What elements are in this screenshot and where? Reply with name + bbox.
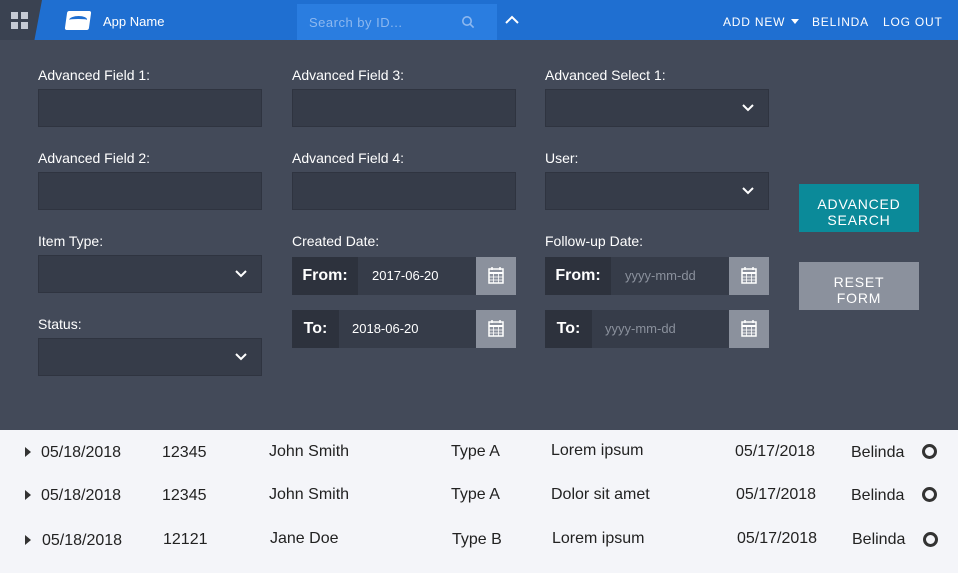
advanced-field-4-input[interactable] [292, 172, 516, 210]
row-type: Type A [451, 486, 500, 503]
row-followup-date: 05/17/2018 [735, 443, 816, 460]
row-date: 05/18/2018 [42, 532, 123, 549]
add-new-menu[interactable]: ADD NEW [723, 15, 800, 29]
advanced-field-2-input[interactable] [38, 172, 262, 210]
calendar-icon [488, 320, 504, 337]
advanced-field-3-input[interactable] [292, 89, 516, 127]
created-to-label: To: [292, 310, 339, 348]
app-grid-button[interactable] [0, 0, 42, 40]
created-from-calendar-button[interactable] [476, 257, 516, 295]
created-to-input[interactable]: 2018-06-20 [352, 310, 419, 348]
calendar-icon [741, 320, 757, 337]
chevron-down-icon [235, 270, 247, 278]
expand-row-icon[interactable] [25, 490, 31, 500]
advanced-field-3-label: Advanced Field 3: [292, 67, 405, 83]
status-circle-icon[interactable] [922, 444, 937, 459]
row-name: John Smith [269, 443, 350, 460]
row-id: 12345 [162, 444, 207, 461]
user-select[interactable] [545, 172, 769, 210]
status-label: Status: [38, 316, 82, 332]
item-type-select[interactable] [38, 255, 262, 293]
apps-grid-icon [11, 12, 18, 19]
reset-form-button[interactable]: RESET FORM [799, 262, 919, 310]
created-date-label: Created Date: [292, 233, 380, 249]
user-menu[interactable]: BELINDA [812, 15, 869, 29]
calendar-icon [741, 267, 757, 284]
followup-to-group: To: yyyy-mm-dd [545, 310, 769, 348]
row-user: Belinda [851, 487, 905, 504]
followup-from-calendar-button[interactable] [729, 257, 769, 295]
row-date: 05/18/2018 [41, 444, 122, 461]
advanced-search-button[interactable]: ADVANCED SEARCH [799, 184, 919, 232]
followup-from-label: From: [545, 257, 611, 295]
row-user: Belinda [851, 444, 905, 461]
chevron-down-icon [742, 104, 754, 112]
calendar-icon [488, 267, 504, 284]
advanced-field-1-label: Advanced Field 1: [38, 67, 151, 83]
chevron-up-icon[interactable] [503, 12, 521, 28]
expand-row-icon[interactable] [25, 447, 31, 457]
app-name[interactable]: App Name [103, 14, 164, 29]
row-type: Type A [451, 443, 500, 460]
followup-from-group: From: yyyy-mm-dd [545, 257, 769, 295]
item-type-label: Item Type: [38, 233, 104, 249]
row-followup-date: 05/17/2018 [736, 486, 817, 503]
apps-grid-icon [11, 22, 18, 29]
search-icon[interactable] [461, 15, 475, 29]
apps-grid-icon [21, 12, 28, 19]
row-description: Lorem ipsum [552, 530, 645, 547]
app-logo-icon [64, 11, 92, 30]
caret-down-icon [791, 19, 800, 24]
advanced-field-1-input[interactable] [38, 89, 262, 127]
row-user: Belinda [852, 531, 906, 548]
expand-row-icon[interactable] [25, 535, 31, 545]
status-circle-icon[interactable] [922, 487, 937, 502]
chevron-down-icon [235, 353, 247, 361]
created-from-label: From: [292, 257, 358, 295]
advanced-search-panel: Advanced Field 1: Advanced Field 2: Item… [0, 40, 958, 430]
row-name: John Smith [269, 486, 350, 503]
logout-link[interactable]: LOG OUT [883, 15, 943, 29]
chevron-down-icon [742, 187, 754, 195]
add-new-label: ADD NEW [723, 15, 786, 29]
followup-to-label: To: [545, 310, 592, 348]
followup-to-calendar-button[interactable] [729, 310, 769, 348]
advanced-select-1-label: Advanced Select 1: [545, 67, 666, 83]
advanced-select-1[interactable] [545, 89, 769, 127]
row-id: 12345 [162, 487, 207, 504]
search-box [297, 4, 497, 40]
row-type: Type B [452, 531, 502, 548]
followup-to-input[interactable]: yyyy-mm-dd [605, 310, 676, 348]
table-row[interactable]: 05/18/2018 12345 John Smith Type A Lorem… [0, 441, 958, 485]
top-navigation-bar: App Name ADD NEW BELINDA LOG OUT [0, 0, 958, 40]
row-description: Dolor sit amet [551, 486, 650, 503]
advanced-field-2-label: Advanced Field 2: [38, 150, 151, 166]
row-description: Lorem ipsum [551, 442, 644, 459]
followup-from-input[interactable]: yyyy-mm-dd [625, 257, 696, 295]
status-select[interactable] [38, 338, 262, 376]
followup-date-label: Follow-up Date: [545, 233, 644, 249]
created-from-input[interactable]: 2017-06-20 [372, 257, 439, 295]
status-circle-icon[interactable] [923, 532, 938, 547]
user-select-label: User: [545, 150, 579, 166]
row-followup-date: 05/17/2018 [737, 530, 818, 547]
created-to-calendar-button[interactable] [476, 310, 516, 348]
table-row[interactable]: 05/18/2018 12121 Jane Doe Type B Lorem i… [0, 529, 958, 573]
advanced-field-4-label: Advanced Field 4: [292, 150, 405, 166]
created-to-group: To: 2018-06-20 [292, 310, 516, 348]
row-date: 05/18/2018 [41, 487, 122, 504]
row-id: 12121 [163, 531, 208, 548]
table-row[interactable]: 05/18/2018 12345 John Smith Type A Dolor… [0, 484, 958, 528]
row-name: Jane Doe [270, 530, 339, 547]
created-from-group: From: 2017-06-20 [292, 257, 516, 295]
apps-grid-icon [21, 22, 28, 29]
